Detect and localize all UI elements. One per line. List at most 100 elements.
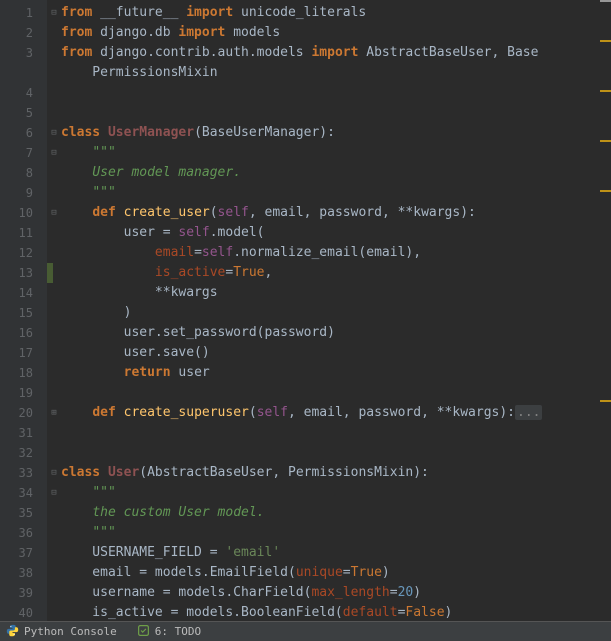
code-line[interactable]: the custom User model. <box>61 503 611 523</box>
code-line[interactable]: username = models.CharField(max_length=2… <box>61 583 611 603</box>
line-number: 37 <box>0 543 47 563</box>
code-line[interactable]: is_active = models.BooleanField(default=… <box>61 603 611 623</box>
line-number: 14 <box>0 283 47 303</box>
code-line[interactable]: def create_superuser(self, email, passwo… <box>61 403 611 423</box>
fold-spacer <box>47 583 61 603</box>
fold-spacer <box>47 223 61 243</box>
code-line[interactable] <box>61 383 611 403</box>
code-line[interactable]: return user <box>61 363 611 383</box>
fold-spacer <box>47 243 61 263</box>
line-number: 6 <box>0 123 47 143</box>
fold-spacer <box>47 283 61 303</box>
fold-spacer <box>47 83 61 103</box>
code-line[interactable]: user.save() <box>61 343 611 363</box>
code-area[interactable]: from __future__ import unicode_literalsf… <box>61 0 611 625</box>
code-line[interactable]: user = self.model( <box>61 223 611 243</box>
warning-stripe[interactable] <box>600 40 611 42</box>
todo-tab[interactable]: 6: TODO <box>137 624 201 640</box>
code-line[interactable]: class UserManager(BaseUserManager): <box>61 123 611 143</box>
fold-spacer <box>47 603 61 623</box>
code-line[interactable] <box>61 83 611 103</box>
python-icon <box>6 624 19 640</box>
fold-spacer <box>47 423 61 443</box>
code-line[interactable]: ) <box>61 303 611 323</box>
code-line[interactable]: User model manager. <box>61 163 611 183</box>
line-number: 3 <box>0 43 47 63</box>
code-line[interactable]: **kwargs <box>61 283 611 303</box>
python-console-tab[interactable]: Python Console <box>6 624 117 640</box>
line-number: 15 <box>0 303 47 323</box>
fold-spacer <box>47 43 61 63</box>
line-number: 33 <box>0 463 47 483</box>
code-line[interactable]: """ <box>61 523 611 543</box>
todo-label: 6: TODO <box>155 625 201 638</box>
fold-expand-icon[interactable]: ⊞ <box>47 403 61 423</box>
fold-spacer <box>47 323 61 343</box>
line-number: 7 <box>0 143 47 163</box>
code-line[interactable]: """ <box>61 483 611 503</box>
code-line[interactable]: email = models.EmailField(unique=True) <box>61 563 611 583</box>
code-line[interactable] <box>61 443 611 463</box>
line-number <box>0 63 47 83</box>
line-number: 36 <box>0 523 47 543</box>
line-number: 39 <box>0 583 47 603</box>
line-number: 12 <box>0 243 47 263</box>
fold-collapse-icon[interactable]: ⊟ <box>47 3 61 23</box>
fold-spacer <box>47 383 61 403</box>
line-number: 32 <box>0 443 47 463</box>
fold-spacer <box>47 543 61 563</box>
python-console-label: Python Console <box>24 625 117 638</box>
line-number: 38 <box>0 563 47 583</box>
vertical-scrollbar[interactable] <box>600 0 611 625</box>
fold-column[interactable]: ⊟⊟⊟⊟⊞⊟⊟ <box>47 0 61 625</box>
fold-spacer <box>47 183 61 203</box>
line-number: 9 <box>0 183 47 203</box>
code-line[interactable]: USERNAME_FIELD = 'email' <box>61 543 611 563</box>
code-line[interactable]: from django.contrib.auth.models import A… <box>61 43 611 63</box>
warning-stripe[interactable] <box>600 140 611 142</box>
fold-spacer <box>47 163 61 183</box>
fold-collapse-icon[interactable]: ⊟ <box>47 483 61 503</box>
fold-collapse-icon[interactable]: ⊟ <box>47 203 61 223</box>
line-number: 11 <box>0 223 47 243</box>
fold-collapse-icon[interactable]: ⊟ <box>47 463 61 483</box>
line-number: 34 <box>0 483 47 503</box>
line-number: 5 <box>0 103 47 123</box>
code-line[interactable] <box>61 103 611 123</box>
code-editor[interactable]: 1234567891011121314151617181920313233343… <box>0 0 611 625</box>
code-line[interactable] <box>61 423 611 443</box>
code-line[interactable]: """ <box>61 143 611 163</box>
fold-spacer <box>47 23 61 43</box>
line-number: 4 <box>0 83 47 103</box>
fold-spacer <box>47 343 61 363</box>
fold-spacer <box>47 443 61 463</box>
line-number: 2 <box>0 23 47 43</box>
code-line[interactable]: user.set_password(password) <box>61 323 611 343</box>
code-line[interactable]: """ <box>61 183 611 203</box>
code-line[interactable]: from __future__ import unicode_literals <box>61 3 611 23</box>
status-bar: Python Console 6: TODO <box>0 621 611 641</box>
line-number: 8 <box>0 163 47 183</box>
code-line[interactable]: PermissionsMixin <box>61 63 611 83</box>
fold-spacer <box>47 503 61 523</box>
warning-stripe[interactable] <box>600 400 611 402</box>
todo-icon <box>137 624 150 640</box>
code-line[interactable]: email=self.normalize_email(email), <box>61 243 611 263</box>
code-line[interactable]: is_active=True, <box>61 263 611 283</box>
line-number: 10 <box>0 203 47 223</box>
fold-spacer <box>47 63 61 83</box>
code-line[interactable]: class User(AbstractBaseUser, Permissions… <box>61 463 611 483</box>
line-number: 13 <box>0 263 47 283</box>
warning-stripe[interactable] <box>600 90 611 92</box>
line-number: 35 <box>0 503 47 523</box>
line-number: 19 <box>0 383 47 403</box>
line-number: 40 <box>0 603 47 623</box>
warning-stripe[interactable] <box>600 190 611 192</box>
code-line[interactable]: def create_user(self, email, password, *… <box>61 203 611 223</box>
fold-collapse-icon[interactable]: ⊟ <box>47 123 61 143</box>
line-number: 31 <box>0 423 47 443</box>
fold-spacer <box>47 103 61 123</box>
fold-collapse-icon[interactable]: ⊟ <box>47 143 61 163</box>
code-line[interactable]: from django.db import models <box>61 23 611 43</box>
fold-spacer <box>47 303 61 323</box>
